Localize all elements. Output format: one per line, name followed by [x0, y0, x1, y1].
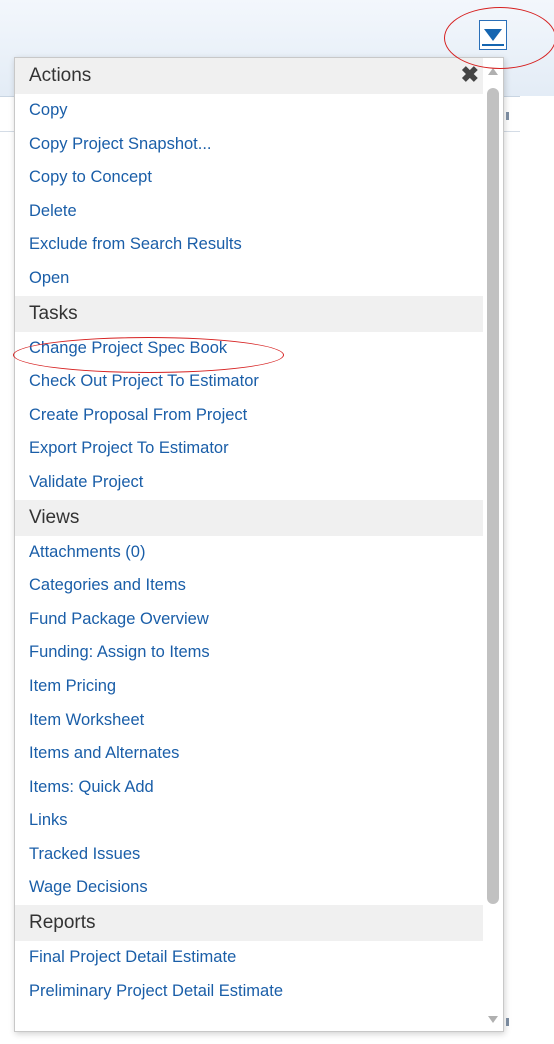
section-title-views: Views	[29, 506, 80, 528]
menu-item-tracked-issues[interactable]: Tracked Issues	[15, 838, 483, 872]
menu-item-export-project[interactable]: Export Project To Estimator	[15, 432, 483, 466]
section-header-reports: Reports	[15, 905, 483, 942]
actions-dropdown-toggle[interactable]	[479, 20, 507, 50]
menu-item-fund-package-overview[interactable]: Fund Package Overview	[15, 603, 483, 637]
menu-item-categories-and-items[interactable]: Categories and Items	[15, 569, 483, 603]
menu-item-check-out-project[interactable]: Check Out Project To Estimator	[15, 365, 483, 399]
menu-item-items-quick-add[interactable]: Items: Quick Add	[15, 771, 483, 805]
menu-item-copy-to-concept[interactable]: Copy to Concept	[15, 161, 483, 195]
menu-item-open[interactable]: Open	[15, 262, 483, 296]
menu-item-exclude-from-search[interactable]: Exclude from Search Results	[15, 228, 483, 262]
scroll-thumb[interactable]	[487, 88, 499, 904]
menu-item-item-worksheet[interactable]: Item Worksheet	[15, 704, 483, 738]
menu-item-item-pricing[interactable]: Item Pricing	[15, 670, 483, 704]
menu-item-delete[interactable]: Delete	[15, 195, 483, 229]
menu-item-items-and-alternates[interactable]: Items and Alternates	[15, 737, 483, 771]
menu-scrollbar[interactable]	[483, 58, 503, 1031]
section-title-actions: Actions	[29, 65, 92, 86]
menu-item-copy-project-snapshot[interactable]: Copy Project Snapshot...	[15, 128, 483, 162]
section-header-actions: Actions ✖	[15, 58, 483, 94]
menu-item-funding-assign[interactable]: Funding: Assign to Items	[15, 636, 483, 670]
underlay-edge-mark-bottom	[506, 1018, 509, 1026]
section-header-views: Views	[15, 499, 483, 536]
menu-item-create-proposal[interactable]: Create Proposal From Project	[15, 399, 483, 433]
menu-item-copy[interactable]: Copy	[15, 94, 483, 128]
close-icon[interactable]: ✖	[461, 58, 479, 92]
menu-item-preliminary-project-detail-estimate[interactable]: Preliminary Project Detail Estimate	[15, 975, 483, 1009]
menu-item-change-project-spec-book[interactable]: Change Project Spec Book	[15, 332, 483, 366]
section-header-tasks: Tasks	[15, 295, 483, 332]
section-title-reports: Reports	[29, 912, 96, 934]
caret-down-icon	[484, 29, 502, 41]
scroll-up-arrow-icon[interactable]	[488, 68, 498, 75]
section-title-tasks: Tasks	[29, 302, 78, 324]
scroll-down-arrow-icon[interactable]	[488, 1016, 498, 1023]
caret-underline	[482, 44, 504, 46]
menu-item-validate-project[interactable]: Validate Project	[15, 466, 483, 500]
actions-menu: Actions ✖ Copy Copy Project Snapshot... …	[14, 57, 504, 1032]
menu-item-final-project-detail-estimate[interactable]: Final Project Detail Estimate	[15, 941, 483, 975]
underlay-edge-mark	[506, 112, 509, 120]
menu-item-links[interactable]: Links	[15, 804, 483, 838]
menu-content: Actions ✖ Copy Copy Project Snapshot... …	[15, 58, 483, 1008]
menu-item-attachments[interactable]: Attachments (0)	[15, 536, 483, 570]
menu-item-wage-decisions[interactable]: Wage Decisions	[15, 871, 483, 905]
